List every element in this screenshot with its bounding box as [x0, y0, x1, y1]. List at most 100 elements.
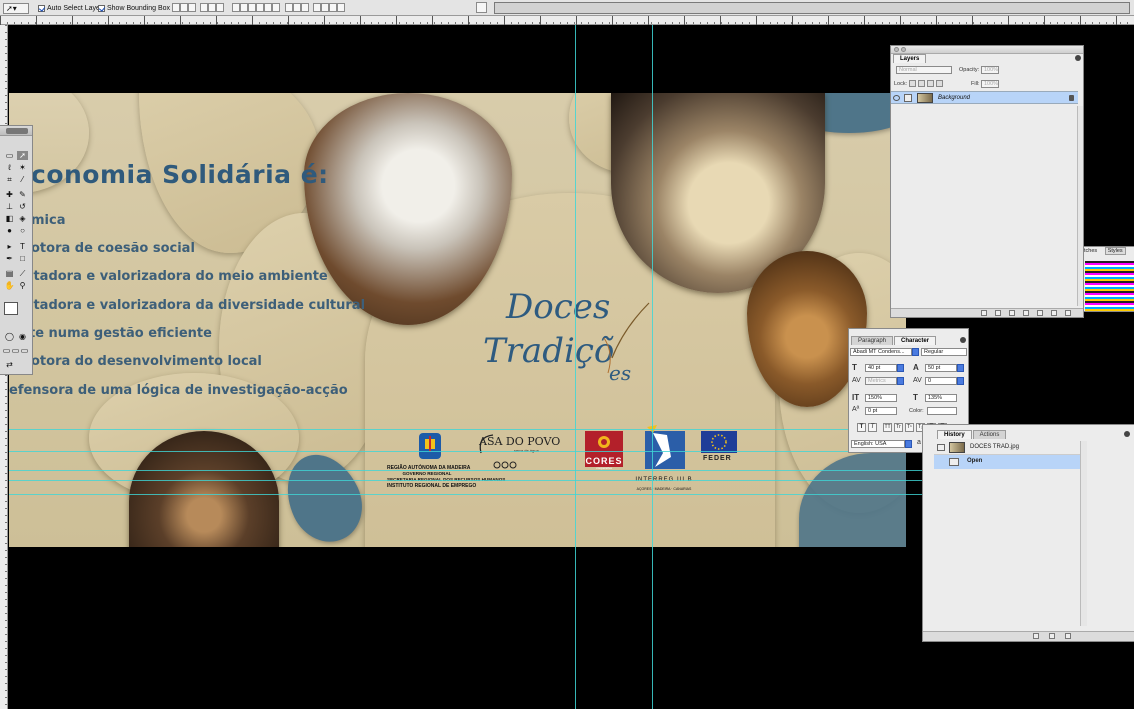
- font-size-field[interactable]: 40 pt: [865, 364, 897, 372]
- brush-tool-icon[interactable]: ✎: [17, 190, 28, 199]
- distribute-button-icon[interactable]: [337, 3, 345, 12]
- brush-link-icon[interactable]: [904, 94, 912, 102]
- tab-actions[interactable]: Actions: [972, 430, 1007, 439]
- bucket-tool-icon[interactable]: ◈: [17, 214, 28, 223]
- align-button-icon[interactable]: [216, 3, 224, 12]
- auto-select-check-icon[interactable]: [38, 4, 45, 12]
- foreground-color-swatch[interactable]: [4, 302, 18, 315]
- small-caps-button[interactable]: Tr: [894, 423, 903, 432]
- palette-well-icon[interactable]: [476, 2, 487, 13]
- layer-mask-icon[interactable]: [1009, 310, 1015, 316]
- faux-bold-button[interactable]: T: [857, 423, 866, 432]
- swatch-grid[interactable]: [1085, 261, 1134, 311]
- tab-layers[interactable]: Layers: [893, 54, 927, 63]
- superscript-button[interactable]: T¹: [905, 423, 914, 432]
- bounding-box-check-icon[interactable]: [98, 4, 105, 12]
- zoom-tool-icon[interactable]: ⚲: [17, 281, 28, 290]
- move-tool-icon[interactable]: ➚▾: [3, 2, 29, 14]
- distribute-button-icon[interactable]: [321, 3, 329, 12]
- leading-dropdown-icon[interactable]: [957, 364, 964, 372]
- close-icon[interactable]: [894, 47, 899, 52]
- crop-tool-icon[interactable]: ⌗: [4, 175, 15, 184]
- vertical-guide[interactable]: [575, 25, 576, 709]
- vertical-scale-field[interactable]: 150%: [865, 394, 897, 402]
- shape-tool-icon[interactable]: □: [17, 254, 28, 263]
- align-button-icon[interactable]: [188, 3, 196, 12]
- align-button-icon[interactable]: [264, 3, 272, 12]
- fill-field[interactable]: 100%: [981, 80, 999, 88]
- lock-all-icon[interactable]: [936, 80, 943, 87]
- magic-wand-tool-icon[interactable]: ✶: [17, 163, 28, 172]
- distribute-button-icon[interactable]: [301, 3, 309, 12]
- panel-menu-icon[interactable]: [1075, 55, 1081, 61]
- history-snapshot-row[interactable]: DOCES TRAD.jpg: [934, 441, 1086, 455]
- language-dropdown-icon[interactable]: [905, 440, 912, 448]
- new-snapshot-icon[interactable]: [1049, 633, 1055, 639]
- move-tool-preset[interactable]: ➚▾: [3, 2, 29, 14]
- imageready-jump-icon[interactable]: ⇄: [4, 360, 15, 369]
- minimize-icon[interactable]: [901, 47, 906, 52]
- screen-mode-3-icon[interactable]: ▭: [20, 346, 29, 355]
- align-button-icon[interactable]: [272, 3, 280, 12]
- layer-row-background[interactable]: Background: [891, 91, 1078, 104]
- tracking-field[interactable]: 0: [925, 377, 957, 385]
- eyedropper-tool-icon[interactable]: ⟋: [17, 269, 28, 278]
- screen-mode-1-icon[interactable]: ▭: [2, 346, 11, 355]
- align-button-icon[interactable]: [248, 3, 256, 12]
- panel-window-buttons[interactable]: [894, 47, 906, 52]
- hand-tool-icon[interactable]: ✋: [4, 281, 15, 290]
- tab-paragraph[interactable]: Paragraph: [851, 336, 894, 345]
- history-state-open[interactable]: Open: [934, 455, 1080, 469]
- new-group-icon[interactable]: [1037, 310, 1043, 316]
- lock-image-icon[interactable]: [918, 80, 925, 87]
- history-brush-tool-icon[interactable]: ↺: [17, 202, 28, 211]
- align-button-icon[interactable]: [200, 3, 208, 12]
- marquee-tool-icon[interactable]: ▭: [4, 151, 15, 160]
- notes-tool-icon[interactable]: ▤: [4, 269, 15, 278]
- distribute-button-icon[interactable]: [329, 3, 337, 12]
- type-tool-icon[interactable]: T: [17, 242, 28, 251]
- layer-style-icon[interactable]: [995, 310, 1001, 316]
- eraser-tool-icon[interactable]: ◧: [4, 214, 15, 223]
- path-select-tool-icon[interactable]: ▸: [4, 242, 15, 251]
- baseline-shift-field[interactable]: 0 pt: [865, 407, 897, 415]
- tab-history[interactable]: History: [937, 430, 972, 439]
- blend-mode-select[interactable]: Normal: [896, 66, 952, 74]
- new-fill-layer-icon[interactable]: [1023, 310, 1029, 316]
- document-canvas[interactable]: conomia Solidária é: mica otora de coesã…: [9, 93, 906, 547]
- all-caps-button[interactable]: TT: [883, 423, 892, 432]
- screen-mode-2-icon[interactable]: ▭: [11, 346, 20, 355]
- eye-visibility-icon[interactable]: [893, 95, 900, 101]
- text-color-swatch[interactable]: [927, 407, 957, 415]
- align-button-icon[interactable]: [256, 3, 264, 12]
- blur-tool-icon[interactable]: ●: [4, 226, 15, 235]
- font-family-dropdown-icon[interactable]: [912, 348, 919, 356]
- panel-menu-icon[interactable]: [960, 337, 966, 343]
- distribute-button-icon[interactable]: [285, 3, 293, 12]
- font-style-select[interactable]: Regular: [921, 348, 967, 356]
- stamp-tool-icon[interactable]: ⊥: [4, 202, 15, 211]
- new-document-from-state-icon[interactable]: [1033, 633, 1039, 639]
- horizontal-scale-field[interactable]: 135%: [925, 394, 957, 402]
- tracking-dropdown-icon[interactable]: [957, 377, 964, 385]
- new-layer-icon[interactable]: [1051, 310, 1057, 316]
- tab-character[interactable]: Character: [894, 336, 937, 345]
- quick-mask-icon[interactable]: ◉: [17, 332, 28, 341]
- history-scrollbar[interactable]: [1080, 441, 1087, 626]
- align-button-icon[interactable]: [172, 3, 180, 12]
- leading-field[interactable]: 50 pt: [925, 364, 957, 372]
- delete-state-icon[interactable]: [1065, 633, 1071, 639]
- panel-menu-icon[interactable]: [1124, 431, 1130, 437]
- tab-styles[interactable]: Styles: [1104, 247, 1126, 255]
- vertical-guide[interactable]: [652, 25, 653, 709]
- align-button-icon[interactable]: [240, 3, 248, 12]
- opacity-field[interactable]: 100%: [981, 66, 999, 74]
- delete-layer-icon[interactable]: [1065, 310, 1071, 316]
- lock-position-icon[interactable]: [927, 80, 934, 87]
- layer-name[interactable]: Background: [938, 95, 970, 101]
- faux-italic-button[interactable]: T: [868, 423, 877, 432]
- move-tool-icon[interactable]: ➚: [17, 151, 28, 160]
- distribute-button-icon[interactable]: [293, 3, 301, 12]
- lasso-tool-icon[interactable]: ℓ: [4, 163, 15, 172]
- auto-select-checkbox[interactable]: Auto Select Layer: [38, 2, 102, 14]
